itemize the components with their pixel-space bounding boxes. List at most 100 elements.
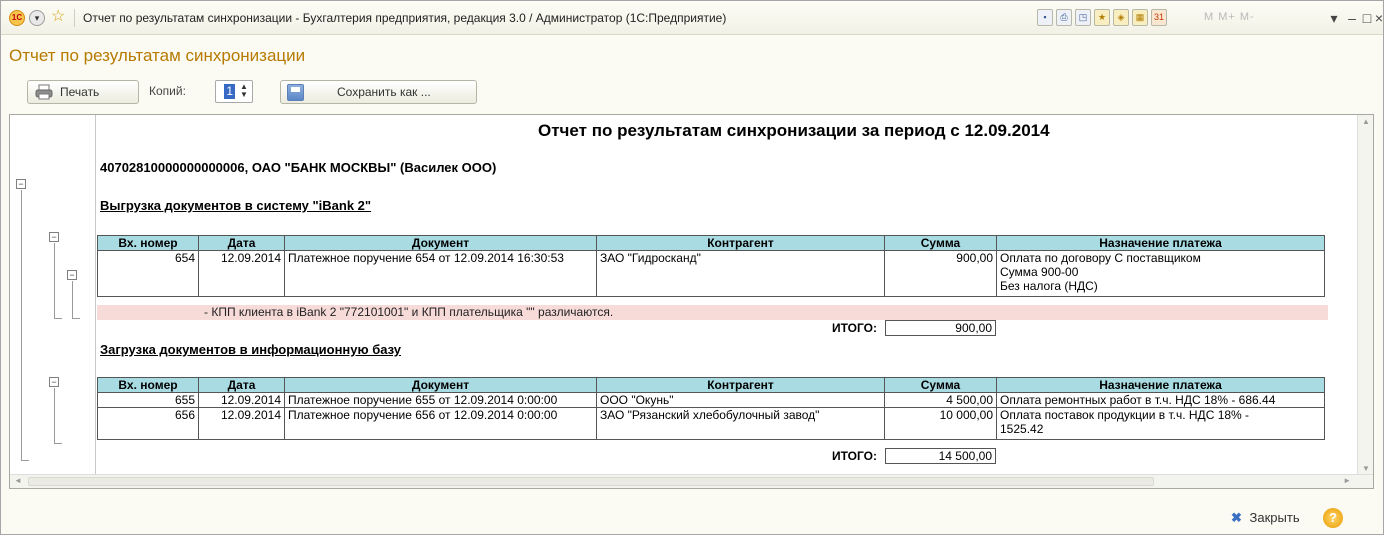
scroll-left-icon[interactable]: ◄ bbox=[14, 476, 22, 485]
purpose-line: Без налога (НДС) bbox=[1000, 279, 1098, 293]
group-line bbox=[21, 460, 29, 461]
cell-counterparty[interactable]: ООО "Окунь" bbox=[596, 392, 885, 408]
close-window-icon[interactable]: × bbox=[1371, 9, 1384, 27]
group-line bbox=[54, 318, 62, 319]
calendar-icon[interactable]: 31 bbox=[1151, 9, 1167, 26]
cell-document[interactable]: Платежное поручение 656 от 12.09.2014 0:… bbox=[284, 407, 597, 440]
window-title: Отчет по результатам синхронизации - Бух… bbox=[83, 11, 727, 25]
minimize-icon[interactable]: – bbox=[1344, 9, 1360, 27]
cell-date[interactable]: 12.09.2014 bbox=[198, 392, 285, 408]
cell-purpose[interactable]: Оплата ремонтных работ в т.ч. НДС 18% - … bbox=[996, 392, 1325, 408]
title-bar: 1С ▾ ☆ Отчет по результатам синхронизаци… bbox=[1, 1, 1383, 35]
group-line bbox=[72, 281, 73, 318]
col-header-date: Дата bbox=[198, 235, 285, 251]
cell-purpose[interactable]: Оплата по договору С поставщиком Сумма 9… bbox=[996, 250, 1325, 297]
table-row[interactable]: 655 12.09.2014 Платежное поручение 655 о… bbox=[97, 392, 1325, 408]
cell-document[interactable]: Платежное поручение 654 от 12.09.2014 16… bbox=[284, 250, 597, 297]
group-line bbox=[54, 243, 55, 318]
copies-field[interactable]: 1 ▲ ▼ bbox=[215, 80, 253, 103]
cell-sum[interactable]: 4 500,00 bbox=[884, 392, 997, 408]
app-window: 1С ▾ ☆ Отчет по результатам синхронизаци… bbox=[0, 0, 1384, 535]
col-header-sum: Сумма bbox=[884, 377, 997, 393]
form-title: Отчет по результатам синхронизации bbox=[9, 46, 306, 65]
help-icon[interactable]: ? bbox=[1323, 508, 1343, 528]
cell-counterparty[interactable]: ЗАО "Гидросканд" bbox=[596, 250, 885, 297]
col-header-counterparty: Контрагент bbox=[596, 377, 885, 393]
cell-date[interactable]: 12.09.2014 bbox=[198, 407, 285, 440]
copies-spinner-icon[interactable]: ▲ ▼ bbox=[238, 83, 250, 100]
collapse-group-icon[interactable]: − bbox=[16, 179, 26, 189]
cell-sum[interactable]: 900,00 bbox=[884, 250, 997, 297]
col-header-counterparty: Контрагент bbox=[596, 235, 885, 251]
collapse-group-icon[interactable]: − bbox=[49, 377, 59, 387]
report-title: Отчет по результатам синхронизации за пе… bbox=[538, 121, 1050, 140]
memory-buttons[interactable]: M M+ M- bbox=[1204, 11, 1255, 23]
col-header-purpose: Назначение платежа bbox=[996, 377, 1325, 393]
collapse-group-icon[interactable]: − bbox=[49, 232, 59, 242]
col-header-sum: Сумма bbox=[884, 235, 997, 251]
preview-icon[interactable]: ◳ bbox=[1075, 9, 1091, 26]
purpose-line: Оплата ремонтных работ в т.ч. НДС 18% - … bbox=[1000, 393, 1276, 407]
cell-purpose[interactable]: Оплата поставок продукции в т.ч. НДС 18%… bbox=[996, 407, 1325, 440]
export-table: Вх. номер Дата Документ Контрагент Сумма… bbox=[97, 235, 1325, 297]
print-label: Печать bbox=[60, 85, 100, 99]
group-line bbox=[21, 190, 22, 460]
save-icon[interactable]: ▪ bbox=[1037, 9, 1053, 26]
save-as-button[interactable]: Сохранить как ... bbox=[280, 80, 477, 104]
title-divider bbox=[74, 9, 75, 27]
print-button[interactable]: Печать bbox=[27, 80, 139, 104]
import-table: Вх. номер Дата Документ Контрагент Сумма… bbox=[97, 377, 1325, 440]
calculator-icon[interactable]: ▦ bbox=[1132, 9, 1148, 26]
favorite-star-icon[interactable]: ☆ bbox=[51, 9, 69, 25]
table-row[interactable]: 654 12.09.2014 Платежное поручение 654 о… bbox=[97, 250, 1325, 297]
1c-logo-icon[interactable]: 1С bbox=[9, 10, 25, 26]
purpose-line: Оплата по договору С поставщиком bbox=[1000, 251, 1201, 265]
import-total-value[interactable]: 14 500,00 bbox=[885, 448, 996, 464]
account-header: 40702810000000000006, ОАО "БАНК МОСКВЫ" … bbox=[100, 160, 497, 175]
copies-label: Копий: bbox=[149, 84, 186, 98]
col-header-document: Документ bbox=[284, 235, 597, 251]
group-line bbox=[72, 318, 80, 319]
col-header-purpose: Назначение платежа bbox=[996, 235, 1325, 251]
scroll-right-icon[interactable]: ► bbox=[1343, 476, 1351, 485]
dropdown-icon[interactable]: ▾ bbox=[1326, 9, 1342, 27]
col-header-document: Документ bbox=[284, 377, 597, 393]
import-total-label: ИТОГО: bbox=[832, 449, 877, 463]
warning-row: - КПП клиента в iBank 2 "772101001" и КП… bbox=[97, 305, 1328, 320]
cell-sum[interactable]: 10 000,00 bbox=[884, 407, 997, 440]
export-total-value[interactable]: 900,00 bbox=[885, 320, 996, 336]
col-header-num: Вх. номер bbox=[97, 235, 199, 251]
close-icon: ✖ bbox=[1231, 510, 1242, 525]
cell-num[interactable]: 655 bbox=[97, 392, 199, 408]
scroll-up-icon[interactable]: ▲ bbox=[1362, 117, 1370, 126]
main-menu-icon[interactable]: ▾ bbox=[29, 10, 45, 26]
purpose-line: Сумма 900-00 bbox=[1000, 265, 1079, 279]
purpose-line: Оплата поставок продукции в т.ч. НДС 18%… bbox=[1000, 408, 1250, 422]
copies-value: 1 bbox=[224, 84, 235, 99]
printer-icon bbox=[35, 84, 53, 100]
cell-document[interactable]: Платежное поручение 655 от 12.09.2014 0:… bbox=[284, 392, 597, 408]
report-document[interactable]: − − − − Отчет по результатам синхронизац… bbox=[9, 114, 1374, 489]
close-label: Закрыть bbox=[1249, 510, 1300, 525]
group-line bbox=[54, 443, 62, 444]
history-icon[interactable]: ◈ bbox=[1113, 9, 1129, 26]
vertical-scrollbar[interactable]: ▲ ▼ bbox=[1357, 115, 1373, 475]
print-icon[interactable]: ⎙ bbox=[1056, 9, 1072, 26]
horizontal-scrollbar[interactable]: ◄ ► bbox=[10, 474, 1373, 488]
horizontal-scroll-thumb[interactable] bbox=[28, 477, 1154, 486]
cell-counterparty[interactable]: ЗАО "Рязанский хлебобулочный завод" bbox=[596, 407, 885, 440]
group-line bbox=[54, 388, 55, 443]
cell-num[interactable]: 654 bbox=[97, 250, 199, 297]
add-favorite-icon[interactable]: ★ bbox=[1094, 9, 1110, 26]
export-section-heading: Выгрузка документов в систему "iBank 2" bbox=[100, 198, 372, 213]
purpose-line: 1525.42 bbox=[1000, 422, 1044, 436]
collapse-group-icon[interactable]: − bbox=[67, 270, 77, 280]
export-total-label: ИТОГО: bbox=[832, 321, 877, 335]
col-header-num: Вх. номер bbox=[97, 377, 199, 393]
close-button[interactable]: ✖ Закрыть bbox=[1231, 510, 1300, 526]
table-row[interactable]: 656 12.09.2014 Платежное поручение 656 о… bbox=[97, 407, 1325, 440]
cell-num[interactable]: 656 bbox=[97, 407, 199, 440]
col-header-date: Дата bbox=[198, 377, 285, 393]
scroll-down-icon[interactable]: ▼ bbox=[1362, 464, 1370, 473]
cell-date[interactable]: 12.09.2014 bbox=[198, 250, 285, 297]
